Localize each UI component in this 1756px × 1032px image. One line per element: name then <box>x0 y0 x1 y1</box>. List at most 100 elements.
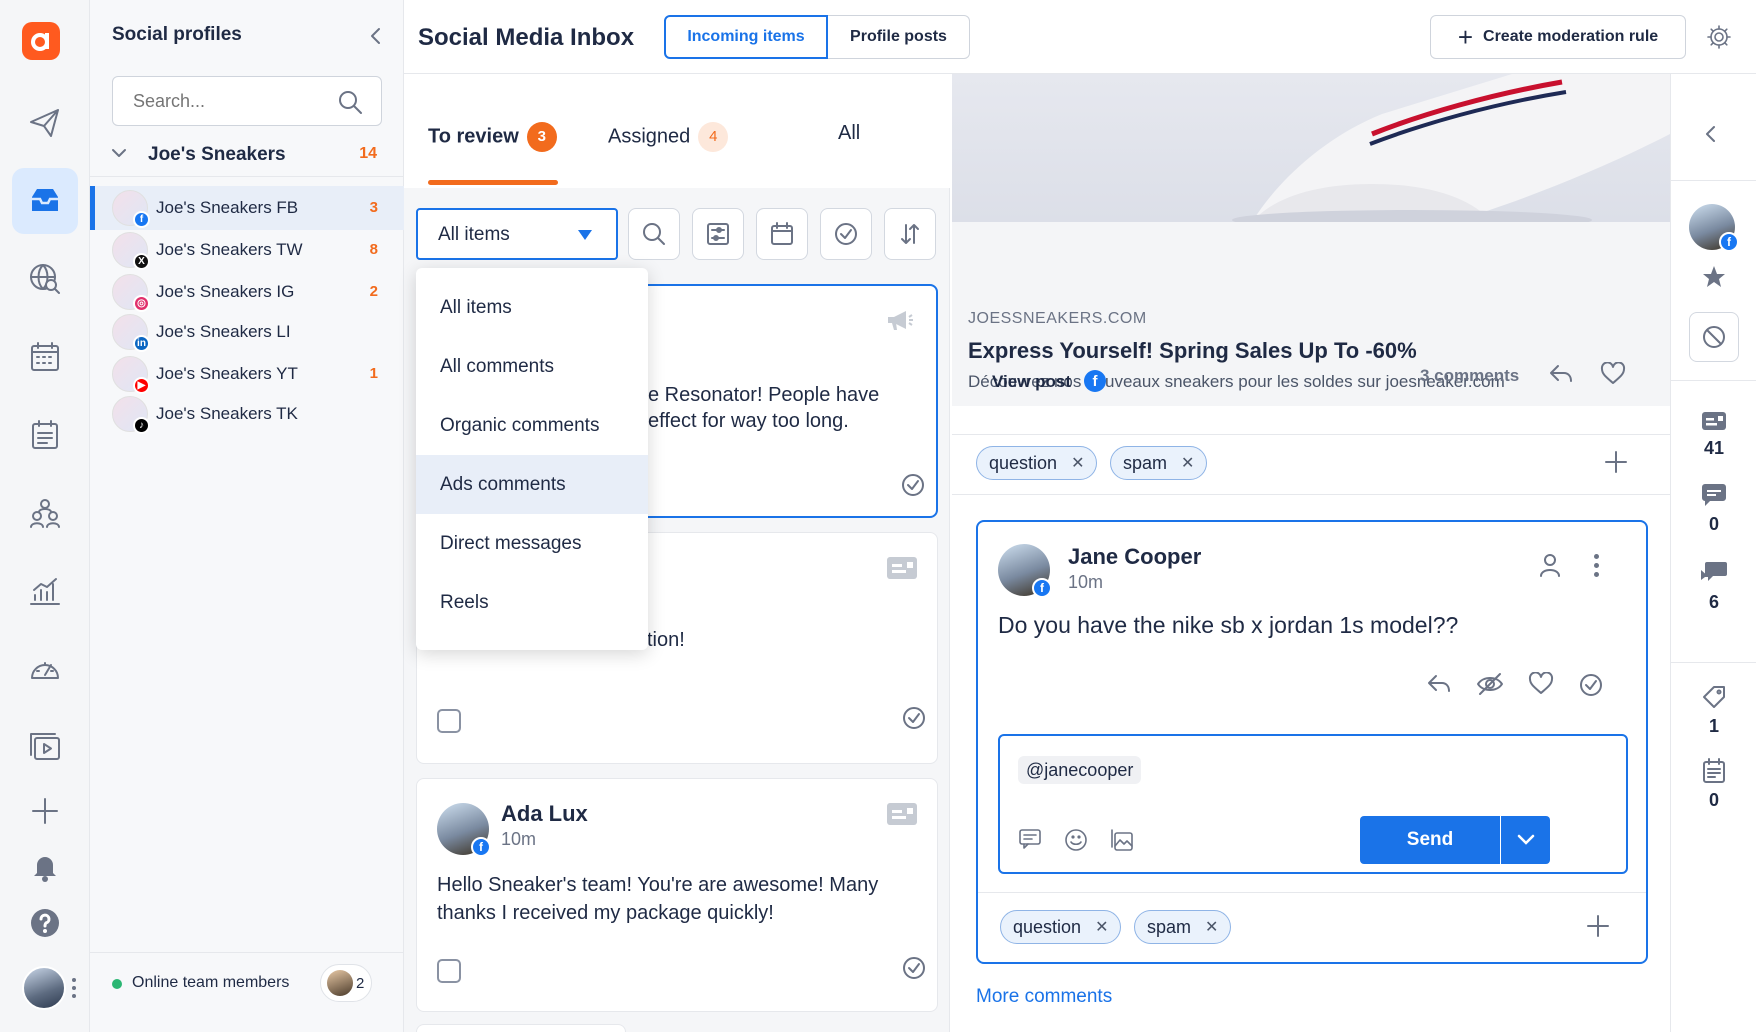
select-checkbox[interactable] <box>437 959 461 983</box>
dropdown-option[interactable]: Direct messages <box>416 514 648 573</box>
check-circle-icon[interactable] <box>901 955 927 981</box>
dropdown-option[interactable]: Ads comments <box>416 455 648 514</box>
saved-replies-icon[interactable] <box>1018 828 1042 850</box>
collapse-sidebar-icon[interactable] <box>366 24 386 48</box>
comments-count[interactable]: 3 comments <box>1420 366 1519 386</box>
tags-count: 1 <box>1708 716 1719 736</box>
more-comments-link[interactable]: More comments <box>976 986 1112 1008</box>
reply-editor[interactable]: @janecooper Send <box>998 734 1628 874</box>
media-library-icon[interactable] <box>12 714 78 780</box>
reply-mention[interactable]: @janecooper <box>1018 756 1142 784</box>
star-icon[interactable] <box>1701 264 1727 290</box>
item-text-line: Hello Sneaker's team! You're are awesome… <box>437 874 879 896</box>
item-filter-select[interactable]: All items <box>416 208 618 260</box>
app-logo[interactable] <box>22 22 60 60</box>
search-input[interactable] <box>113 77 333 125</box>
heart-icon[interactable] <box>1528 672 1554 696</box>
tab-profile-posts[interactable]: Profile posts <box>828 15 970 59</box>
item-filter-dropdown: All items All comments Organic comments … <box>416 268 648 650</box>
calendar-icon <box>771 222 793 245</box>
help-icon[interactable] <box>12 890 78 956</box>
tag-icon[interactable] <box>1701 684 1727 710</box>
planner-icon[interactable] <box>12 402 78 468</box>
settings-gear-icon[interactable] <box>1706 24 1732 50</box>
create-rule-label: Create moderation rule <box>1483 28 1659 45</box>
more-options-icon[interactable] <box>1594 554 1599 577</box>
assign-user-icon[interactable] <box>1538 552 1562 578</box>
date-button[interactable] <box>756 208 808 260</box>
comment-author[interactable]: Jane Cooper <box>1068 544 1201 570</box>
reply-icon[interactable] <box>1426 672 1452 696</box>
author-name[interactable]: Ada Lux <box>501 801 588 827</box>
profile-item[interactable]: ♪ Joe's Sneakers TK <box>90 392 404 436</box>
send-options-button[interactable] <box>1501 816 1550 864</box>
tag-chip[interactable]: question ✕ <box>1000 910 1122 944</box>
check-circle-icon[interactable] <box>900 472 926 498</box>
analytics-icon[interactable] <box>12 558 78 624</box>
profile-item[interactable]: X Joe's Sneakers TW 8 <box>90 228 404 272</box>
user-avatar[interactable] <box>22 966 66 1010</box>
profile-item[interactable]: in Joe's Sneakers LI <box>90 310 404 354</box>
listening-icon[interactable] <box>12 246 78 312</box>
reply-icon[interactable] <box>1548 362 1574 386</box>
remove-tag-icon[interactable]: ✕ <box>1095 917 1108 937</box>
heart-icon[interactable] <box>1600 362 1626 386</box>
select-checkbox[interactable] <box>437 709 461 733</box>
block-user-button[interactable] <box>1689 312 1739 362</box>
dashboard-icon[interactable] <box>12 636 78 702</box>
inbox-item-card[interactable]: f Ada Lux 10m Hello Sneaker's team! You'… <box>416 778 938 1012</box>
add-tag-icon[interactable] <box>1586 914 1610 938</box>
tag-chip[interactable]: spam ✕ <box>1110 446 1208 480</box>
divider <box>978 892 1646 893</box>
remove-tag-icon[interactable]: ✕ <box>1205 917 1218 937</box>
mark-reviewed-button[interactable] <box>820 208 872 260</box>
tab-assigned[interactable]: Assigned 4 <box>608 122 729 152</box>
tag-chip[interactable]: spam ✕ <box>1134 910 1232 944</box>
tag-chip[interactable]: question ✕ <box>976 446 1098 480</box>
calendar-icon[interactable] <box>12 324 78 390</box>
profile-avatar: ▶ <box>112 356 150 394</box>
dropdown-option[interactable]: Organic comments <box>416 396 648 455</box>
tag-label: spam <box>1123 452 1168 473</box>
tab-all[interactable]: All <box>838 122 860 145</box>
remove-tag-icon[interactable]: ✕ <box>1071 453 1084 473</box>
notes-icon[interactable] <box>1702 758 1726 784</box>
profile-group-name[interactable]: Joe's Sneakers <box>148 144 286 166</box>
profile-item[interactable]: f Joe's Sneakers FB 3 <box>90 186 404 230</box>
profile-search[interactable] <box>112 76 382 126</box>
filters-button[interactable] <box>692 208 744 260</box>
check-circle-icon[interactable] <box>1578 672 1604 698</box>
divider <box>952 494 1670 495</box>
more-icon[interactable] <box>72 978 76 998</box>
add-tag-icon[interactable] <box>1604 450 1628 474</box>
publish-icon[interactable] <box>12 90 78 156</box>
search-button[interactable] <box>628 208 680 260</box>
emoji-icon[interactable] <box>1064 828 1088 852</box>
sort-button[interactable] <box>884 208 936 260</box>
dropdown-option[interactable]: Reels <box>416 573 648 632</box>
check-circle-icon[interactable] <box>901 705 927 731</box>
comment-card[interactable]: f Jane Cooper 10m Do you have the nike s… <box>976 520 1648 964</box>
inbox-icon[interactable] <box>12 168 78 234</box>
create-moderation-rule-button[interactable]: + Create moderation rule <box>1430 15 1686 59</box>
search-icon[interactable] <box>337 89 363 115</box>
tab-incoming-items[interactable]: Incoming items <box>664 15 828 59</box>
chevron-left-icon[interactable] <box>1701 122 1721 146</box>
send-button[interactable]: Send <box>1360 816 1500 864</box>
remove-tag-icon[interactable]: ✕ <box>1181 453 1194 473</box>
chevron-down-icon[interactable] <box>110 144 128 162</box>
team-icon[interactable] <box>12 480 78 546</box>
online-members-button[interactable]: 2 <box>320 964 372 1002</box>
messages-icon <box>1702 412 1726 430</box>
comment-text: Do you have the nike sb x jordan 1s mode… <box>998 612 1459 638</box>
dropdown-option[interactable]: All items <box>416 278 648 337</box>
author-avatar[interactable]: f <box>1689 204 1739 252</box>
hide-icon[interactable] <box>1476 672 1504 696</box>
page-title: Social Media Inbox <box>418 24 635 51</box>
profile-item[interactable]: ▶ Joe's Sneakers YT 1 <box>90 352 404 396</box>
profile-item[interactable]: ◎ Joe's Sneakers IG 2 <box>90 270 404 314</box>
dropdown-option[interactable]: All comments <box>416 337 648 396</box>
image-icon[interactable] <box>1110 828 1134 852</box>
view-post-link[interactable]: View post <box>992 372 1071 392</box>
tab-to-review[interactable]: To review 3 <box>428 122 557 152</box>
